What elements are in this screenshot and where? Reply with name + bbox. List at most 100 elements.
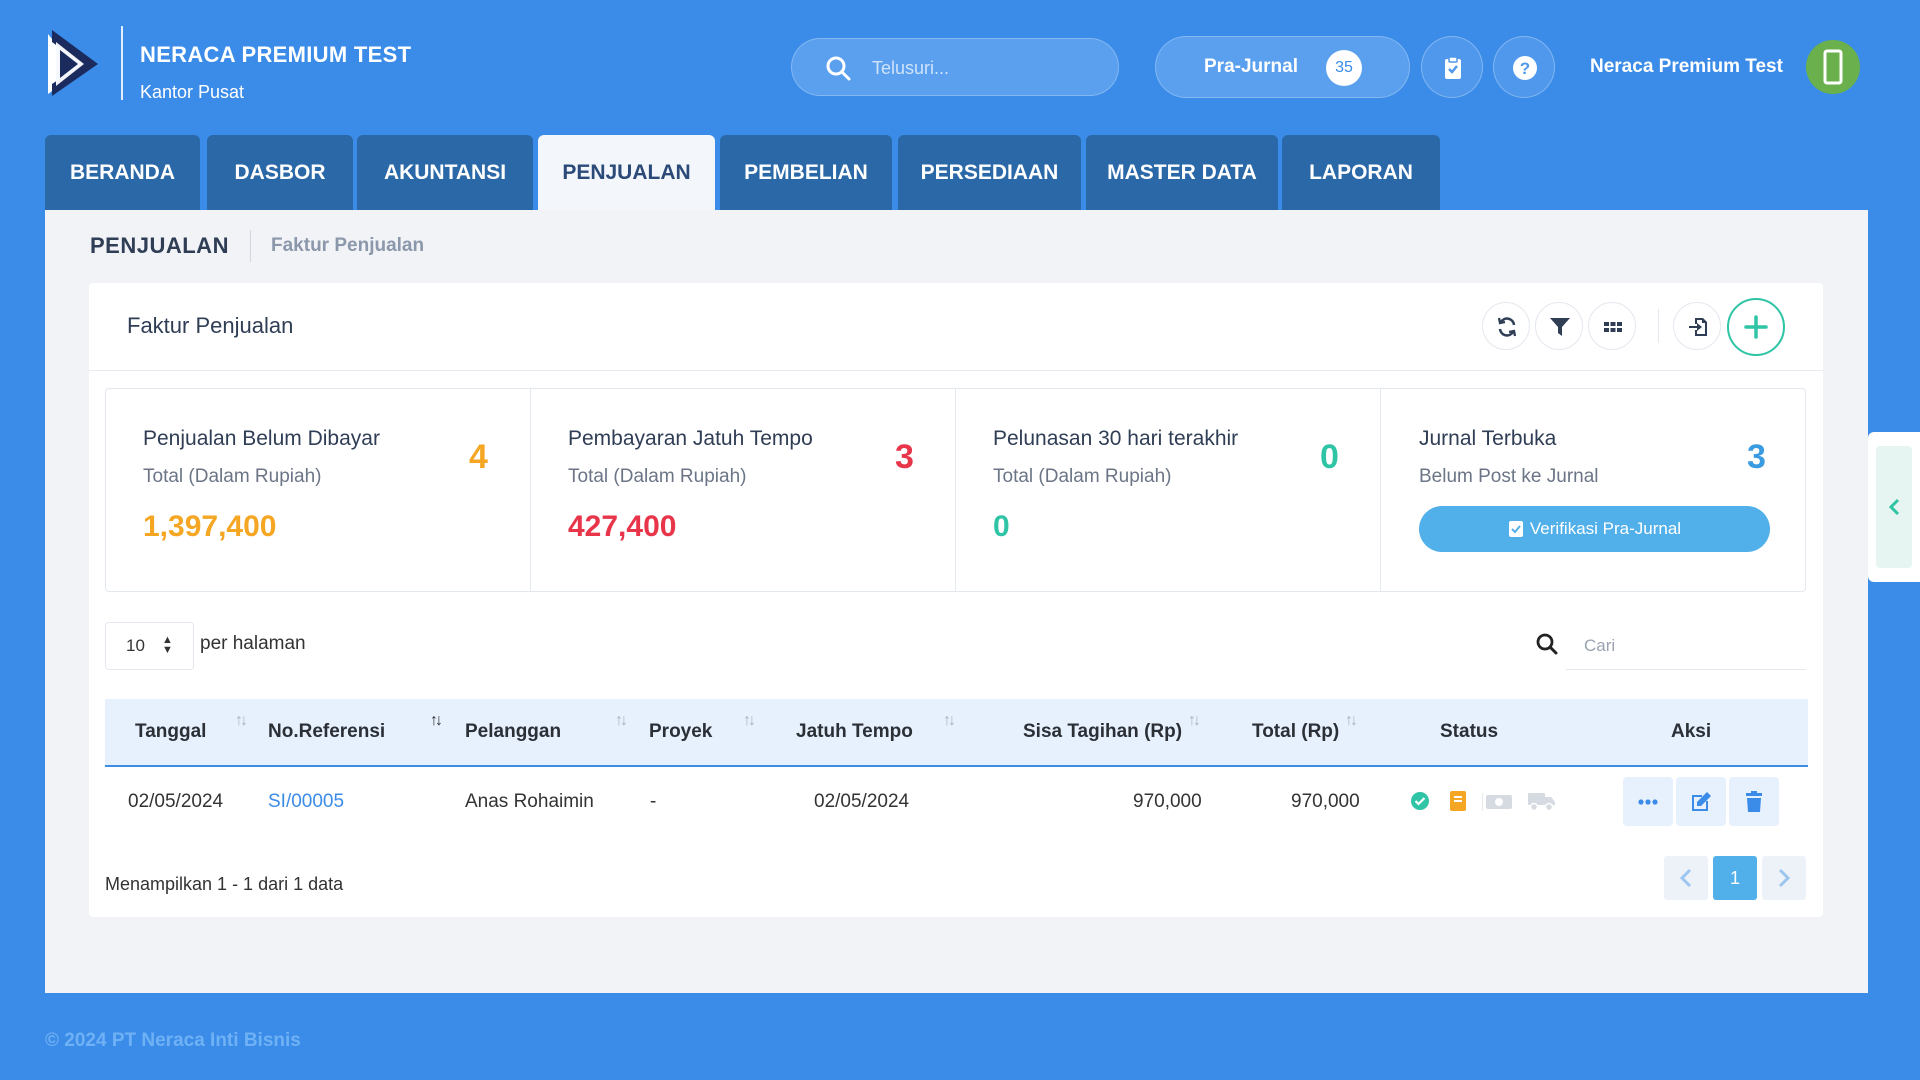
search-icon (824, 54, 852, 87)
stat-paid-count: 0 (1320, 438, 1339, 476)
global-search-input[interactable] (870, 53, 1094, 83)
tab-master-data[interactable]: MASTER DATA (1086, 135, 1278, 210)
filter-button[interactable] (1535, 302, 1583, 350)
sort-asc-icon[interactable]: ↑↓ (430, 712, 443, 730)
app-logo[interactable] (44, 26, 104, 100)
chevron-left-icon (1888, 498, 1900, 516)
svg-text:?: ? (1520, 59, 1530, 78)
prajurnal-label: Pra-Jurnal (1204, 56, 1298, 77)
per-page-value: 10 (126, 636, 145, 655)
sort-icon[interactable]: ↑↓ (1345, 712, 1358, 730)
invoice-card (89, 283, 1823, 917)
stat-journal-count: 3 (1747, 438, 1766, 476)
column-header-jatuh-tempo[interactable]: Jatuh Tempo (796, 721, 913, 743)
per-page-label: per halaman (200, 633, 306, 654)
book-icon (1449, 791, 1467, 816)
phone-icon (1823, 49, 1843, 85)
sort-icon[interactable]: ↑↓ (615, 712, 628, 730)
refresh-icon (1497, 317, 1517, 337)
page-1-button[interactable]: 1 (1713, 856, 1757, 900)
stat-unpaid-subtitle: Total (Dalam Rupiah) (143, 466, 322, 487)
filter-icon (1550, 318, 1570, 336)
tab-beranda[interactable]: BERANDA (45, 135, 200, 210)
column-header-tanggal[interactable]: Tanggal (135, 721, 206, 743)
delivery-truck-icon (1528, 790, 1556, 817)
avatar[interactable] (1806, 40, 1860, 94)
cell-referensi-link[interactable]: SI/00005 (268, 791, 344, 813)
edit-button[interactable] (1676, 777, 1726, 826)
breadcrumb-page: Faktur Penjualan (271, 235, 425, 256)
stat-divider (530, 389, 531, 591)
tab-persediaan[interactable]: PERSEDIAAN (898, 135, 1081, 210)
tab-akuntansi[interactable]: AKUNTANSI (357, 135, 533, 210)
clipboard-check-icon (1445, 56, 1461, 79)
sort-icon[interactable]: ↑↓ (943, 712, 956, 730)
file-import-icon (1689, 318, 1707, 336)
breadcrumb-divider (250, 230, 251, 262)
prajurnal-button[interactable]: Pra-Jurnal 35 (1155, 36, 1410, 98)
prajurnal-count-badge: 35 (1326, 50, 1362, 86)
column-header-aksi: Aksi (1671, 721, 1712, 742)
tab-penjualan[interactable]: PENJUALAN (538, 135, 715, 210)
global-search[interactable] (791, 38, 1119, 96)
column-header-sisa-tagihan[interactable]: Sisa Tagihan (Rp) (1023, 721, 1182, 743)
clipboard-button[interactable] (1421, 36, 1483, 98)
stat-paid-value: 0 (993, 510, 1010, 543)
stat-unpaid-value: 1,397,400 (143, 510, 277, 543)
per-page-select[interactable]: 10 ▲ ▼ (105, 622, 194, 670)
more-actions-button[interactable] (1623, 777, 1673, 826)
cell-sisa-tagihan: 970,000 (1133, 791, 1202, 812)
table-search-input[interactable] (1566, 622, 1806, 670)
question-circle-icon: ? (1513, 56, 1537, 80)
next-page-button[interactable] (1762, 856, 1806, 900)
stat-unpaid-count: 4 (469, 438, 488, 476)
toolbar-divider (1658, 309, 1659, 343)
import-button[interactable] (1673, 302, 1721, 350)
logo-divider (121, 26, 123, 100)
stat-paid-title: Pelunasan 30 hari terakhir (993, 427, 1239, 450)
help-button[interactable]: ? (1493, 36, 1555, 98)
edit-icon (1692, 792, 1711, 811)
prev-page-button[interactable] (1664, 856, 1708, 900)
clipboard-check-icon (1508, 521, 1523, 537)
stat-journal-subtitle: Belum Post ke Jurnal (1419, 466, 1599, 487)
stat-unpaid-title: Penjualan Belum Dibayar (143, 427, 380, 450)
stat-overdue-subtitle: Total (Dalam Rupiah) (568, 466, 747, 487)
columns-button[interactable] (1588, 302, 1636, 350)
cell-tanggal: 02/05/2024 (128, 791, 224, 812)
grid-icon (1604, 322, 1622, 332)
side-panel-toggle[interactable] (1868, 432, 1920, 582)
payment-money-icon (1481, 793, 1514, 816)
cell-total: 970,000 (1291, 791, 1360, 812)
sort-icon[interactable]: ↑↓ (235, 712, 248, 730)
add-invoice-button[interactable] (1727, 298, 1785, 356)
check-circle-icon (1410, 791, 1430, 816)
stat-divider (1380, 389, 1381, 591)
column-header-total[interactable]: Total (Rp) (1252, 721, 1339, 743)
cell-proyek: - (650, 791, 657, 812)
page-title: Faktur Penjualan (127, 313, 294, 338)
user-name[interactable]: Neraca Premium Test (1590, 56, 1783, 78)
tab-pembelian[interactable]: PEMBELIAN (720, 135, 892, 210)
column-header-referensi[interactable]: No.Referensi (268, 721, 385, 743)
search-icon (1536, 633, 1558, 660)
branch-name: Kantor Pusat (140, 82, 245, 102)
chevron-left-icon (1679, 868, 1692, 888)
cell-jatuh-tempo: 02/05/2024 (814, 791, 910, 812)
ellipsis-icon (1638, 799, 1658, 805)
tab-laporan[interactable]: LAPORAN (1282, 135, 1440, 210)
refresh-button[interactable] (1482, 302, 1530, 350)
column-header-pelanggan[interactable]: Pelanggan (465, 721, 561, 743)
verify-prajurnal-button[interactable]: Verifikasi Pra-Jurnal (1419, 506, 1770, 552)
breadcrumb-section: PENJUALAN (90, 233, 229, 258)
sort-icon[interactable]: ↑↓ (1188, 712, 1201, 730)
column-header-status: Status (1440, 721, 1499, 742)
delete-button[interactable] (1729, 777, 1779, 826)
stat-journal-title: Jurnal Terbuka (1419, 427, 1557, 450)
card-header-divider (89, 370, 1823, 371)
stat-paid-subtitle: Total (Dalam Rupiah) (993, 466, 1172, 487)
column-header-proyek[interactable]: Proyek (649, 721, 712, 743)
tab-dasbor[interactable]: DASBOR (207, 135, 353, 210)
side-panel-toggle-inner (1876, 446, 1912, 568)
sort-icon[interactable]: ↑↓ (743, 712, 756, 730)
